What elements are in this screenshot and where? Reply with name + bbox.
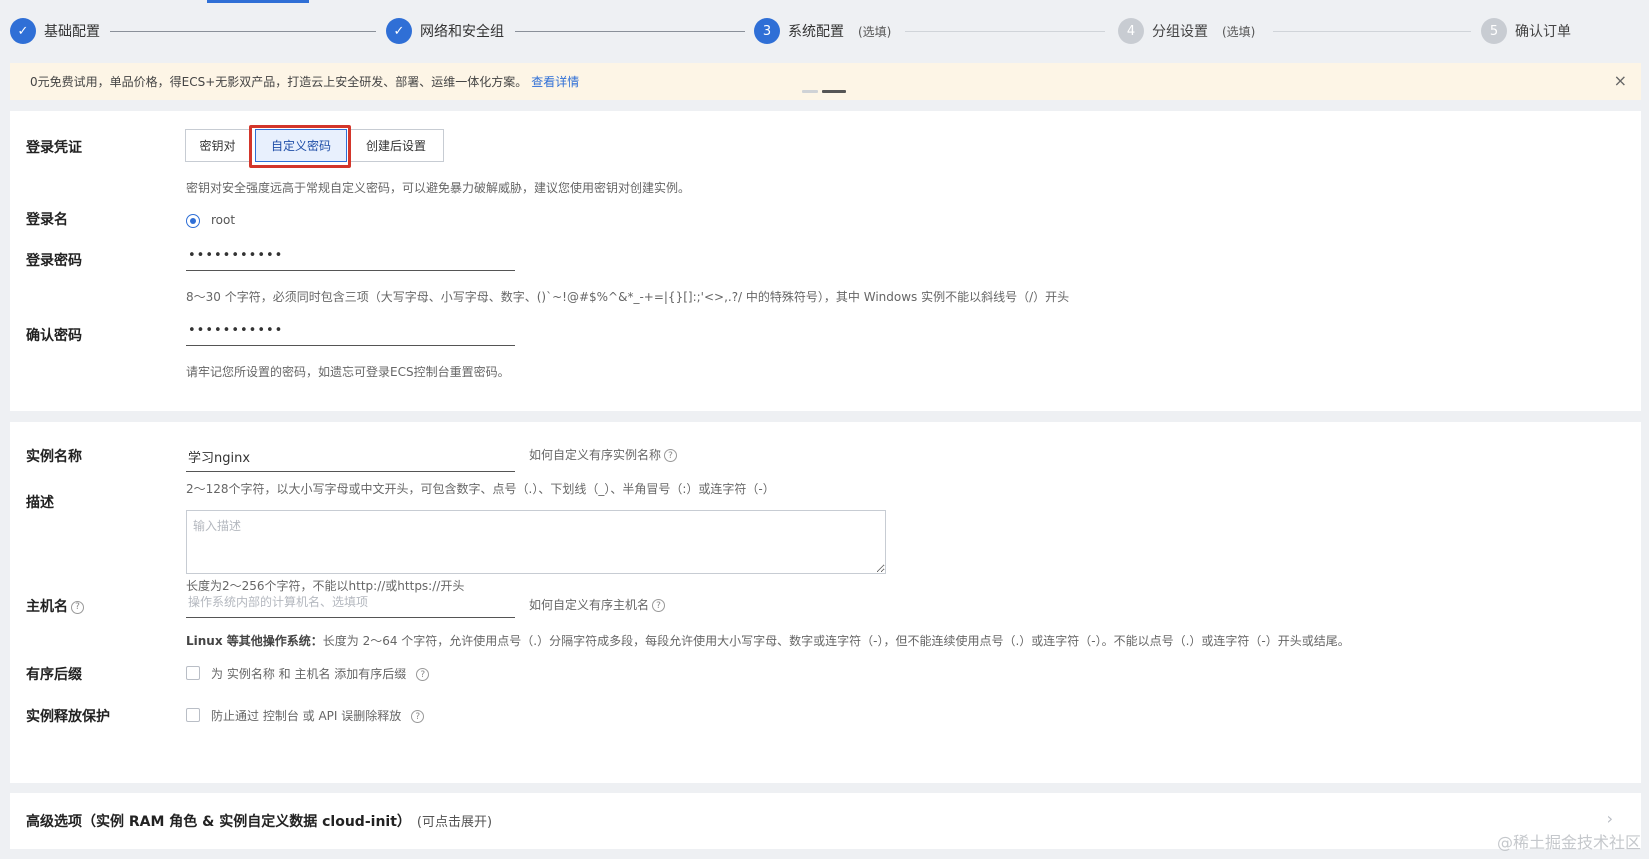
credential-hint: 密钥对安全强度远高于常规自定义密码，可以避免暴力破解威胁，建议您使用密钥对创建实… bbox=[186, 181, 691, 195]
instance-name-input[interactable] bbox=[186, 422, 515, 472]
advanced-options-subtitle[interactable]: (可点击展开) bbox=[417, 815, 492, 830]
step-system-config[interactable]: 3 系统配置 (选填) bbox=[754, 18, 891, 44]
password-hint: 8～30 个字符，必须同时包含三项（大写字母、小写字母、数字、()`~!@#$%… bbox=[186, 290, 1070, 304]
login-credentials-section: 登录凭证 密钥对 自定义密码 创建后设置 密钥对安全强度远高于常规自定义密码，可… bbox=[10, 111, 1641, 411]
instance-name-hint: 2～128个字符，以大小写字母或中文开头，可包含数字、点号（.）、下划线（_）、… bbox=[186, 482, 775, 496]
release-protection-label: 实例释放保护 bbox=[26, 709, 110, 725]
step-connector bbox=[110, 31, 376, 32]
step-label: 分组设置 bbox=[1152, 24, 1208, 40]
step-label: 基础配置 bbox=[44, 24, 100, 40]
promo-notice: 0元免费试用，单品价格，得ECS+无影双产品，打造云上安全研发、部署、运维一体化… bbox=[10, 63, 1641, 100]
help-icon[interactable]: ? bbox=[664, 449, 678, 462]
ordered-suffix-text-label: 为 实例名称 和 主机名 添加有序后缀 bbox=[211, 667, 407, 681]
help-icon[interactable]: ? bbox=[411, 710, 425, 723]
step-basic-config[interactable]: ✓ 基础配置 bbox=[10, 18, 100, 44]
description-label: 描述 bbox=[26, 495, 54, 511]
help-icon[interactable]: ? bbox=[416, 668, 430, 681]
step-number: 4 bbox=[1118, 18, 1144, 44]
step-group-settings[interactable]: 4 分组设置 (选填) bbox=[1118, 18, 1255, 44]
release-protection-checkbox[interactable] bbox=[186, 708, 200, 722]
username-value: root bbox=[211, 213, 236, 227]
step-number: 3 bbox=[754, 18, 780, 44]
confirm-password-label: 确认密码 bbox=[26, 328, 82, 344]
hostname-hint-os: Linux 等其他操作系统： bbox=[186, 634, 323, 648]
password-label: 登录密码 bbox=[26, 253, 82, 269]
password-input[interactable] bbox=[186, 241, 515, 271]
instance-name-help-text[interactable]: 如何自定义有序实例名称 bbox=[529, 448, 661, 462]
release-protection-text: 防止通过 控制台 或 API 误删除释放? bbox=[211, 707, 425, 724]
instance-name-help-link[interactable]: 如何自定义有序实例名称? bbox=[529, 446, 678, 463]
close-icon[interactable]: × bbox=[1614, 72, 1627, 90]
notice-detail-link[interactable]: 查看详情 bbox=[531, 73, 579, 90]
carousel-indicator[interactable] bbox=[802, 90, 846, 93]
step-label: 网络和安全组 bbox=[420, 24, 504, 40]
help-icon[interactable]: ? bbox=[652, 599, 666, 612]
hostname-help-text[interactable]: 如何自定义有序主机名 bbox=[529, 598, 649, 612]
check-icon: ✓ bbox=[386, 18, 412, 44]
hostname-input[interactable] bbox=[186, 588, 515, 618]
advanced-options-title-text[interactable]: 高级选项（实例 RAM 角色 & 实例自定义数据 cloud-init） bbox=[26, 814, 411, 830]
ordered-suffix-text: 为 实例名称 和 主机名 添加有序后缀? bbox=[211, 665, 430, 682]
credential-keypair-option[interactable]: 密钥对 bbox=[185, 129, 250, 162]
watermark: @稀土掘金技术社区 bbox=[1496, 833, 1641, 852]
advanced-options-section[interactable]: 高级选项（实例 RAM 角色 & 实例自定义数据 cloud-init） (可点击… bbox=[10, 793, 1641, 849]
hostname-hint-text: 长度为 2～64 个字符，允许使用点号（.）分隔字符成多段，每段允许使用大小写字… bbox=[322, 634, 1350, 648]
step-number: 5 bbox=[1481, 18, 1507, 44]
hostname-label-text: 主机名 bbox=[26, 599, 68, 615]
advanced-options-title[interactable]: 高级选项（实例 RAM 角色 & 实例自定义数据 cloud-init） (可点击… bbox=[26, 811, 492, 831]
username-radio[interactable] bbox=[186, 214, 200, 228]
instance-name-label: 实例名称 bbox=[26, 449, 82, 465]
step-label: 系统配置 bbox=[788, 24, 844, 40]
hostname-help-link[interactable]: 如何自定义有序主机名? bbox=[529, 596, 666, 613]
step-network-security[interactable]: ✓ 网络和安全组 bbox=[386, 18, 504, 44]
step-optional-tag: (选填) bbox=[858, 24, 892, 39]
credential-label: 登录凭证 bbox=[26, 140, 82, 156]
help-icon[interactable]: ? bbox=[71, 600, 84, 614]
username-label: 登录名 bbox=[26, 212, 68, 228]
ordered-suffix-checkbox[interactable] bbox=[186, 666, 200, 680]
hostname-hint: Linux 等其他操作系统：长度为 2～64 个字符，允许使用点号（.）分隔字符… bbox=[186, 632, 1350, 649]
description-textarea[interactable] bbox=[186, 510, 886, 574]
tab-accent-bar bbox=[207, 0, 309, 3]
credential-custom-password-option[interactable]: 自定义密码 bbox=[255, 129, 347, 162]
step-label: 确认订单 bbox=[1515, 24, 1571, 40]
instance-settings-section: 实例名称 如何自定义有序实例名称? 2～128个字符，以大小写字母或中文开头，可… bbox=[10, 422, 1641, 783]
confirm-password-input[interactable] bbox=[186, 316, 515, 346]
chevron-right-icon[interactable]: › bbox=[1607, 809, 1613, 828]
step-confirm-order[interactable]: 5 确认订单 bbox=[1481, 18, 1571, 44]
ordered-suffix-label: 有序后缀 bbox=[26, 667, 82, 683]
step-connector bbox=[905, 31, 1105, 32]
confirm-password-hint: 请牢记您所设置的密码，如遗忘可登录ECS控制台重置密码。 bbox=[186, 365, 510, 379]
progress-stepper: ✓ 基础配置 ✓ 网络和安全组 3 系统配置 (选填) 4 分组设置 (选填) … bbox=[0, 0, 1649, 62]
check-icon: ✓ bbox=[10, 18, 36, 44]
notice-text: 0元免费试用，单品价格，得ECS+无影双产品，打造云上安全研发、部署、运维一体化… bbox=[30, 75, 528, 89]
release-protection-text-label: 防止通过 控制台 或 API 误删除释放 bbox=[211, 709, 402, 723]
carousel-dot[interactable] bbox=[802, 90, 818, 93]
radio-dot bbox=[190, 218, 196, 224]
step-optional-tag: (选填) bbox=[1222, 24, 1256, 39]
carousel-dot-active[interactable] bbox=[822, 90, 846, 93]
hostname-label: 主机名? bbox=[26, 596, 84, 616]
credential-set-later-option[interactable]: 创建后设置 bbox=[348, 129, 444, 162]
step-connector bbox=[1273, 31, 1471, 32]
step-connector bbox=[515, 31, 745, 32]
